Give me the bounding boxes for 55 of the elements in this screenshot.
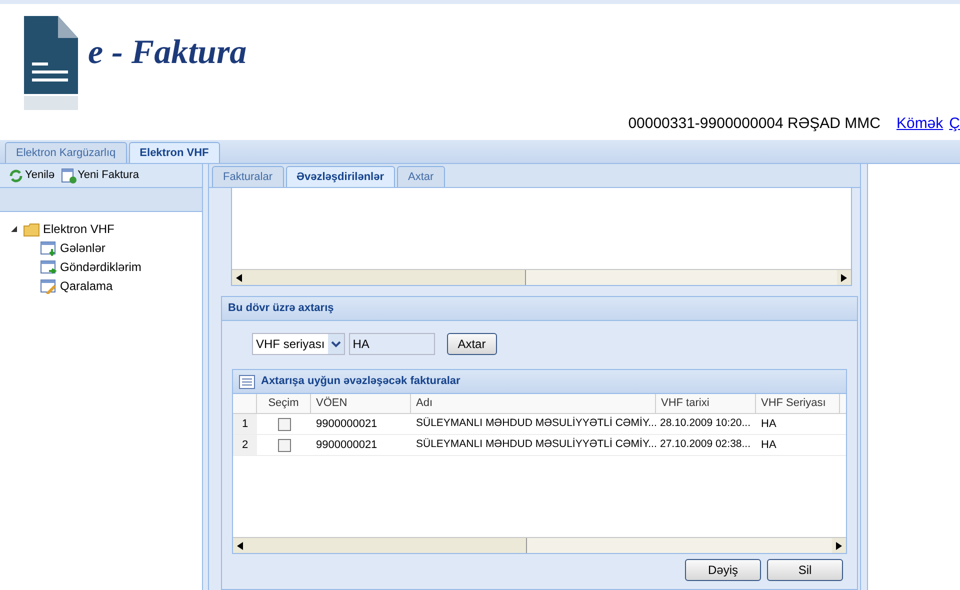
column-header[interactable]: VHF Seriyası bbox=[756, 394, 840, 413]
table-cell-text: HA bbox=[760, 416, 778, 432]
tab[interactable]: Elektron VHF bbox=[128, 142, 220, 163]
search-button[interactable]: Axtar bbox=[446, 333, 497, 355]
tree-item[interactable]: Elektron VHF bbox=[43, 220, 114, 238]
action-button[interactable]: Dəyiş bbox=[685, 559, 761, 581]
tree-item[interactable]: Qaralama bbox=[60, 276, 113, 294]
refresh-icon bbox=[8, 168, 24, 184]
window-icon bbox=[40, 258, 57, 274]
tab[interactable]: Elektron Kargüzarlıq bbox=[5, 142, 127, 163]
scroll-right-icon[interactable] bbox=[836, 542, 842, 550]
tab[interactable]: Axtar bbox=[397, 166, 445, 187]
table-cell-text: 9900000021 bbox=[315, 438, 378, 453]
tree-item[interactable]: Gələnlər bbox=[60, 238, 106, 256]
table-cell-text: 28.10.2009 10:20... bbox=[659, 416, 752, 432]
user-info: 00000331-9900000004 RƏŞAD MMC bbox=[628, 114, 880, 134]
header-link[interactable]: Kömək bbox=[896, 112, 944, 135]
panel-title: Axtarışa uyğun əvəzləşəcək fakturalar bbox=[261, 374, 460, 390]
tab[interactable]: Fakturalar bbox=[212, 166, 284, 187]
column-header[interactable]: Seçim bbox=[257, 394, 311, 413]
scroll-left-icon[interactable] bbox=[237, 542, 243, 550]
checkbox[interactable] bbox=[278, 438, 290, 452]
toolbar-button[interactable]: Yenilə bbox=[8, 167, 55, 184]
folder-icon bbox=[23, 221, 40, 237]
row-number: 1 bbox=[233, 414, 257, 434]
header-link[interactable]: Ç bbox=[949, 112, 960, 135]
table-cell-text: 9900000021 bbox=[315, 416, 378, 432]
logo-text: e - Faktura bbox=[88, 32, 247, 72]
scroll-right-icon[interactable] bbox=[841, 274, 847, 282]
search-field[interactable]: HA bbox=[348, 333, 435, 355]
column-header[interactable]: VHF tarixi bbox=[656, 394, 756, 413]
table-cell-text: HA bbox=[760, 438, 778, 453]
tab[interactable]: Əvəzləşdirilənlər bbox=[286, 166, 396, 187]
horizontal-scrollbar[interactable] bbox=[232, 269, 851, 285]
document-logo-icon bbox=[22, 14, 80, 110]
window-icon bbox=[40, 240, 57, 256]
table-cell-text: SÜLEYMANLI MƏHDUD MƏSULİYYƏTLİ CƏMİY... bbox=[415, 416, 656, 432]
table-cell-text: SÜLEYMANLI MƏHDUD MƏSULİYYƏTLİ CƏMİY... bbox=[415, 437, 656, 452]
new-document-icon bbox=[60, 168, 77, 184]
toolbar-button[interactable]: Yeni Faktura bbox=[60, 167, 139, 184]
tree-toggle-icon[interactable] bbox=[10, 225, 18, 233]
action-button[interactable]: Sil bbox=[767, 559, 843, 581]
list-icon bbox=[239, 374, 255, 388]
panel-title: Bu dövr üzrə axtarış bbox=[228, 301, 334, 316]
checkbox[interactable] bbox=[278, 418, 290, 430]
horizontal-scrollbar[interactable] bbox=[233, 537, 846, 553]
field-select[interactable]: VHF seriyası bbox=[252, 333, 345, 355]
dropdown-icon bbox=[328, 334, 344, 354]
table-cell-text: 27.10.2009 02:38... bbox=[659, 437, 752, 452]
column-header[interactable]: VÖEN bbox=[311, 394, 411, 413]
window-icon bbox=[40, 278, 57, 294]
tree-item[interactable]: Göndərdiklərim bbox=[60, 258, 142, 276]
scroll-left-icon[interactable] bbox=[236, 274, 242, 282]
column-header[interactable]: Adı bbox=[411, 394, 656, 413]
row-number: 2 bbox=[233, 435, 257, 455]
